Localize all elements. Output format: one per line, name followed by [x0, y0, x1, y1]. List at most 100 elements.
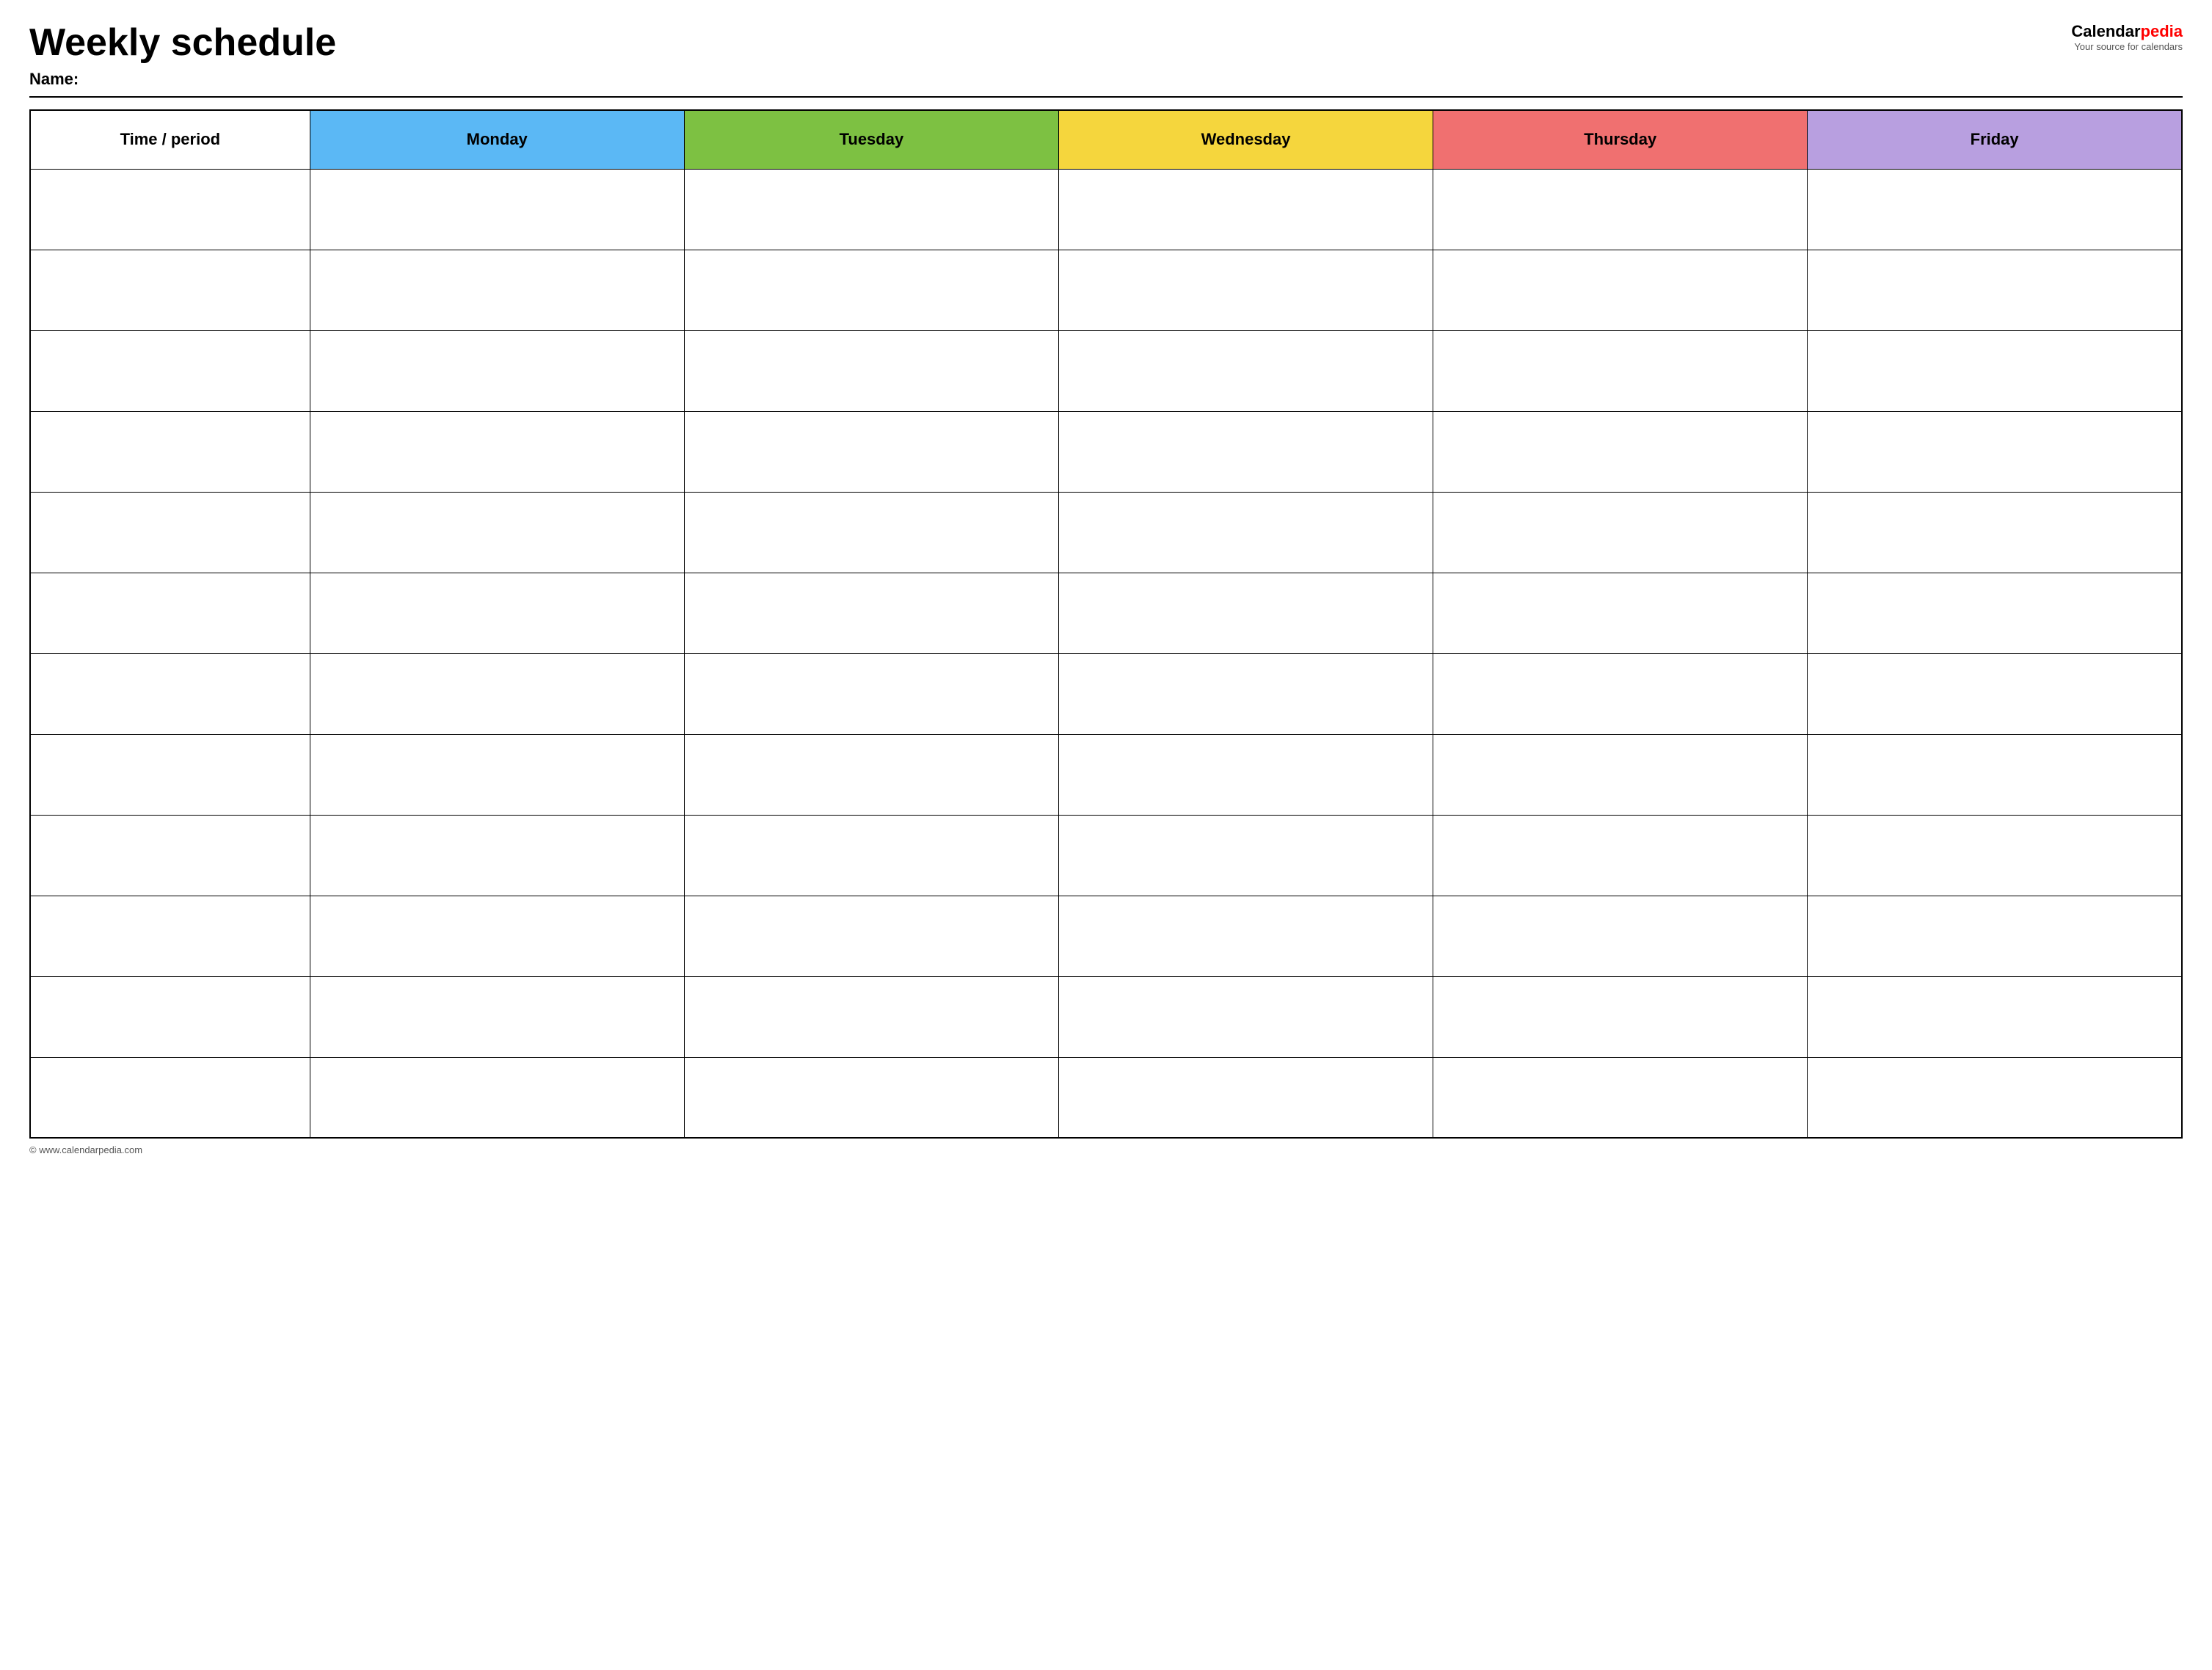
time-cell[interactable]	[30, 411, 310, 492]
schedule-cell[interactable]	[1058, 169, 1433, 250]
table-row	[30, 411, 2182, 492]
col-header-friday: Friday	[1808, 110, 2182, 169]
header-divider	[29, 96, 2183, 98]
schedule-cell[interactable]	[684, 330, 1058, 411]
schedule-cell[interactable]	[1058, 815, 1433, 896]
schedule-cell[interactable]	[1808, 734, 2182, 815]
schedule-table: Time / period Monday Tuesday Wednesday T…	[29, 109, 2183, 1139]
schedule-cell[interactable]	[684, 653, 1058, 734]
schedule-cell[interactable]	[684, 815, 1058, 896]
col-header-time: Time / period	[30, 110, 310, 169]
name-label: Name:	[29, 70, 336, 89]
schedule-cell[interactable]	[1058, 573, 1433, 653]
schedule-cell[interactable]	[310, 896, 684, 976]
schedule-cell[interactable]	[310, 492, 684, 573]
schedule-cell[interactable]	[684, 1057, 1058, 1138]
schedule-cell[interactable]	[310, 653, 684, 734]
schedule-cell[interactable]	[1433, 573, 1808, 653]
copyright-text: © www.calendarpedia.com	[29, 1144, 142, 1155]
schedule-cell[interactable]	[684, 250, 1058, 330]
schedule-cell[interactable]	[1808, 250, 2182, 330]
schedule-cell[interactable]	[1808, 653, 2182, 734]
page-title: Weekly schedule	[29, 22, 336, 64]
schedule-cell[interactable]	[1058, 976, 1433, 1057]
time-cell[interactable]	[30, 492, 310, 573]
schedule-cell[interactable]	[1433, 411, 1808, 492]
table-row	[30, 492, 2182, 573]
schedule-cell[interactable]	[1433, 896, 1808, 976]
table-header-row: Time / period Monday Tuesday Wednesday T…	[30, 110, 2182, 169]
col-header-thursday: Thursday	[1433, 110, 1808, 169]
page-header: Weekly schedule Name: Calendarpedia Your…	[29, 22, 2183, 89]
schedule-cell[interactable]	[1808, 976, 2182, 1057]
schedule-cell[interactable]	[1808, 411, 2182, 492]
schedule-cell[interactable]	[1808, 1057, 2182, 1138]
schedule-cell[interactable]	[684, 976, 1058, 1057]
col-header-monday: Monday	[310, 110, 684, 169]
schedule-cell[interactable]	[310, 976, 684, 1057]
schedule-cell[interactable]	[684, 411, 1058, 492]
time-cell[interactable]	[30, 653, 310, 734]
schedule-cell[interactable]	[1808, 896, 2182, 976]
schedule-cell[interactable]	[684, 492, 1058, 573]
schedule-cell[interactable]	[1058, 896, 1433, 976]
schedule-cell[interactable]	[1433, 1057, 1808, 1138]
schedule-cell[interactable]	[310, 573, 684, 653]
schedule-cell[interactable]	[684, 573, 1058, 653]
table-row	[30, 896, 2182, 976]
time-cell[interactable]	[30, 976, 310, 1057]
schedule-cell[interactable]	[1433, 815, 1808, 896]
schedule-cell[interactable]	[1433, 653, 1808, 734]
table-row	[30, 330, 2182, 411]
schedule-cell[interactable]	[1058, 734, 1433, 815]
time-cell[interactable]	[30, 815, 310, 896]
schedule-cell[interactable]	[1058, 411, 1433, 492]
time-cell[interactable]	[30, 330, 310, 411]
time-cell[interactable]	[30, 169, 310, 250]
schedule-cell[interactable]	[1808, 573, 2182, 653]
logo-text: Calendarpedia	[2071, 22, 2183, 41]
table-row	[30, 734, 2182, 815]
footer: © www.calendarpedia.com	[29, 1144, 2183, 1155]
schedule-cell[interactable]	[1433, 250, 1808, 330]
schedule-cell[interactable]	[1058, 250, 1433, 330]
title-section: Weekly schedule Name:	[29, 22, 336, 89]
schedule-cell[interactable]	[684, 896, 1058, 976]
schedule-cell[interactable]	[310, 815, 684, 896]
schedule-cell[interactable]	[310, 169, 684, 250]
schedule-cell[interactable]	[1058, 653, 1433, 734]
schedule-cell[interactable]	[1058, 492, 1433, 573]
schedule-cell[interactable]	[310, 250, 684, 330]
schedule-cell[interactable]	[684, 169, 1058, 250]
schedule-cell[interactable]	[310, 411, 684, 492]
schedule-cell[interactable]	[1433, 976, 1808, 1057]
table-row	[30, 169, 2182, 250]
time-cell[interactable]	[30, 1057, 310, 1138]
time-cell[interactable]	[30, 734, 310, 815]
schedule-cell[interactable]	[1433, 734, 1808, 815]
schedule-cell[interactable]	[310, 1057, 684, 1138]
table-row	[30, 653, 2182, 734]
schedule-cell[interactable]	[1058, 1057, 1433, 1138]
schedule-cell[interactable]	[1808, 169, 2182, 250]
logo-tagline: Your source for calendars	[2071, 41, 2183, 52]
table-row	[30, 815, 2182, 896]
schedule-cell[interactable]	[1433, 169, 1808, 250]
schedule-cell[interactable]	[310, 734, 684, 815]
col-header-wednesday: Wednesday	[1058, 110, 1433, 169]
time-cell[interactable]	[30, 573, 310, 653]
schedule-cell[interactable]	[1808, 330, 2182, 411]
schedule-cell[interactable]	[684, 734, 1058, 815]
schedule-cell[interactable]	[310, 330, 684, 411]
schedule-cell[interactable]	[1058, 330, 1433, 411]
logo-black: Calendar	[2071, 22, 2140, 40]
time-cell[interactable]	[30, 250, 310, 330]
schedule-cell[interactable]	[1433, 330, 1808, 411]
logo-section: Calendarpedia Your source for calendars	[2071, 22, 2183, 52]
table-row	[30, 573, 2182, 653]
time-cell[interactable]	[30, 896, 310, 976]
schedule-cell[interactable]	[1808, 492, 2182, 573]
table-row	[30, 976, 2182, 1057]
schedule-cell[interactable]	[1433, 492, 1808, 573]
schedule-cell[interactable]	[1808, 815, 2182, 896]
